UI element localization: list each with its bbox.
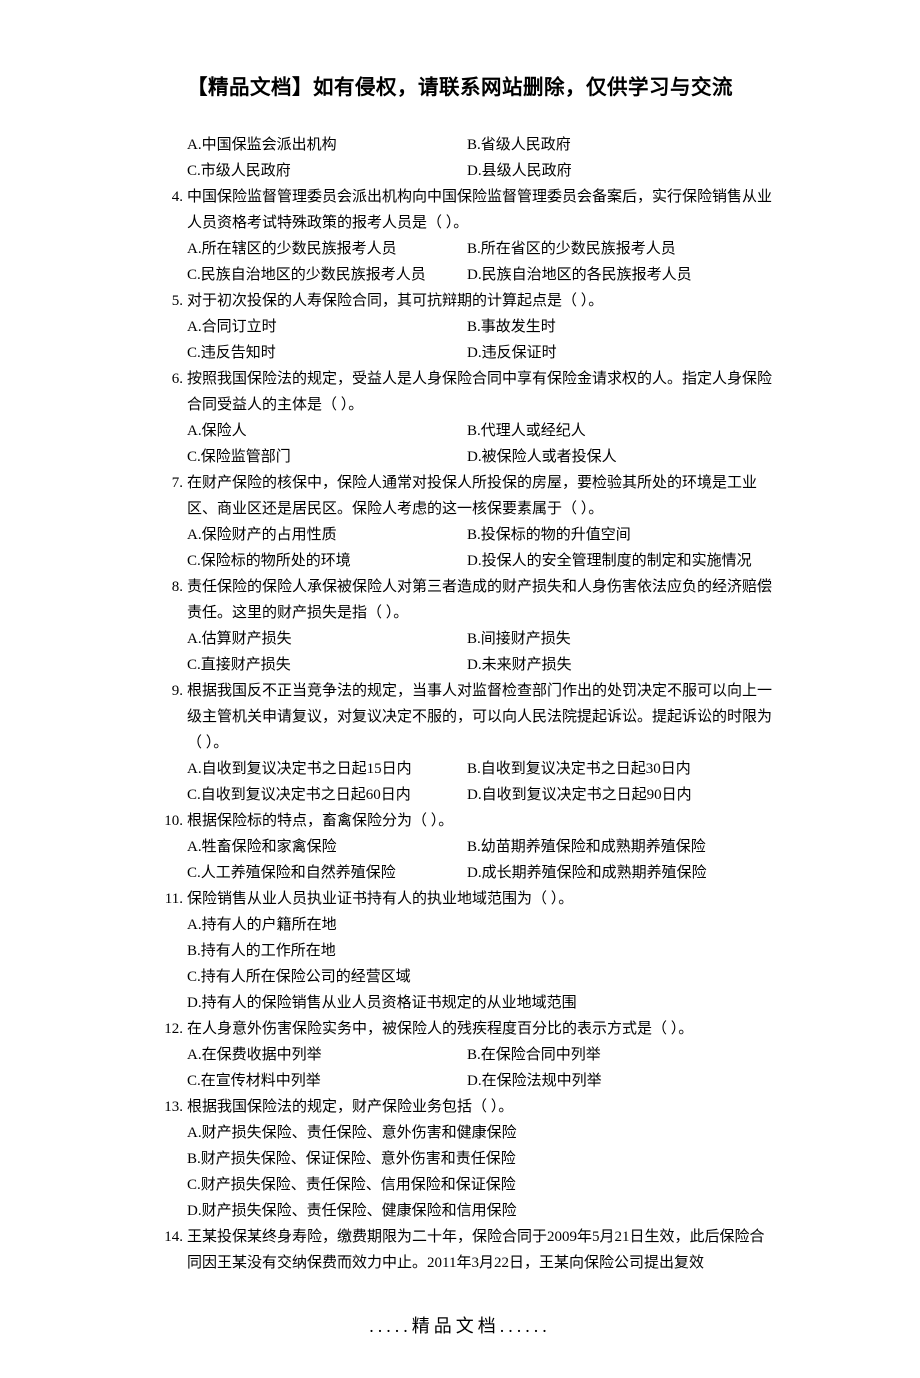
question-number: 8.: [145, 574, 187, 626]
q3-options-row1: A.中国保监会派出机构 B.省级人民政府: [187, 132, 775, 158]
option-d: D.自收到复议决定书之日起90日内: [467, 782, 775, 808]
q6-options-row2: C.保险监管部门 D.被保险人或者投保人: [187, 444, 775, 470]
q7-options-row2: C.保险标的物所处的环境 D.投保人的安全管理制度的制定和实施情况: [187, 548, 775, 574]
q9-options-row1: A.自收到复议决定书之日起15日内 B.自收到复议决定书之日起30日内: [187, 756, 775, 782]
option-a: A.所在辖区的少数民族报考人员: [187, 236, 467, 262]
q8-options-row2: C.直接财产损失 D.未来财产损失: [187, 652, 775, 678]
q11-option-c: C.持有人所在保险公司的经营区域: [187, 964, 775, 990]
question-text: 根据我国反不正当竞争法的规定，当事人对监督检查部门作出的处罚决定不服可以向上一级…: [187, 678, 775, 756]
option-b: B.幼苗期养殖保险和成熟期养殖保险: [467, 834, 775, 860]
option-a: A.保险财产的占用性质: [187, 522, 467, 548]
option-a: A.保险人: [187, 418, 467, 444]
q13-option-b: B.财产损失保险、保证保险、意外伤害和责任保险: [187, 1146, 775, 1172]
document-page: 【精品文档】如有侵权，请联系网站删除，仅供学习与交流 A.中国保监会派出机构 B…: [0, 0, 920, 1378]
option-c: C.人工养殖保险和自然养殖保险: [187, 860, 467, 886]
question-text: 按照我国保险法的规定，受益人是人身保险合同中享有保险金请求权的人。指定人身保险合…: [187, 366, 775, 418]
q12-options-row2: C.在宣传材料中列举 D.在保险法规中列举: [187, 1068, 775, 1094]
q11-option-a: A.持有人的户籍所在地: [187, 912, 775, 938]
question-number: 9.: [145, 678, 187, 756]
option-d: D.在保险法规中列举: [467, 1068, 775, 1094]
question-number: 11.: [145, 886, 187, 912]
question-5: 5. 对于初次投保的人寿保险合同，其可抗辩期的计算起点是（ ）。: [145, 288, 775, 314]
question-13: 13. 根据我国保险法的规定，财产保险业务包括（ ）。: [145, 1094, 775, 1120]
question-7: 7. 在财产保险的核保中，保险人通常对投保人所投保的房屋，要检验其所处的环境是工…: [145, 470, 775, 522]
option-c: C.自收到复议决定书之日起60日内: [187, 782, 467, 808]
option-a: A.在保费收据中列举: [187, 1042, 467, 1068]
option-a: A.自收到复议决定书之日起15日内: [187, 756, 467, 782]
option-a: A.估算财产损失: [187, 626, 467, 652]
q12-options-row1: A.在保费收据中列举 B.在保险合同中列举: [187, 1042, 775, 1068]
question-11: 11. 保险销售从业人员执业证书持有人的执业地域范围为（ ）。: [145, 886, 775, 912]
option-b: B.事故发生时: [467, 314, 775, 340]
option-c: C.保险标的物所处的环境: [187, 548, 467, 574]
q13-option-d: D.财产损失保险、责任保险、健康保险和信用保险: [187, 1198, 775, 1224]
question-6: 6. 按照我国保险法的规定，受益人是人身保险合同中享有保险金请求权的人。指定人身…: [145, 366, 775, 418]
question-number: 14.: [145, 1224, 187, 1276]
option-b: B.自收到复议决定书之日起30日内: [467, 756, 775, 782]
option-c: C.民族自治地区的少数民族报考人员: [187, 262, 467, 288]
option-b: B.间接财产损失: [467, 626, 775, 652]
q13-option-c: C.财产损失保险、责任保险、信用保险和保证保险: [187, 1172, 775, 1198]
question-number: 12.: [145, 1016, 187, 1042]
q13-option-a: A.财产损失保险、责任保险、意外伤害和健康保险: [187, 1120, 775, 1146]
question-text: 保险销售从业人员执业证书持有人的执业地域范围为（ ）。: [187, 886, 775, 912]
question-text: 根据我国保险法的规定，财产保险业务包括（ ）。: [187, 1094, 775, 1120]
question-number: 7.: [145, 470, 187, 522]
option-d: D.投保人的安全管理制度的制定和实施情况: [467, 548, 775, 574]
q9-options-row2: C.自收到复议决定书之日起60日内 D.自收到复议决定书之日起90日内: [187, 782, 775, 808]
q6-options-row1: A.保险人 B.代理人或经纪人: [187, 418, 775, 444]
page-header: 【精品文档】如有侵权，请联系网站删除，仅供学习与交流: [145, 70, 775, 100]
q10-options-row1: A.牲畜保险和家禽保险 B.幼苗期养殖保险和成熟期养殖保险: [187, 834, 775, 860]
question-number: 4.: [145, 184, 187, 236]
page-footer: .....精品文档......: [145, 1312, 775, 1338]
q4-options-row2: C.民族自治地区的少数民族报考人员 D.民族自治地区的各民族报考人员: [187, 262, 775, 288]
q3-options-row2: C.市级人民政府 D.县级人民政府: [187, 158, 775, 184]
option-b: B.代理人或经纪人: [467, 418, 775, 444]
q10-options-row2: C.人工养殖保险和自然养殖保险 D.成长期养殖保险和成熟期养殖保险: [187, 860, 775, 886]
q4-options-row1: A.所在辖区的少数民族报考人员 B.所在省区的少数民族报考人员: [187, 236, 775, 262]
option-a: A.合同订立时: [187, 314, 467, 340]
question-9: 9. 根据我国反不正当竞争法的规定，当事人对监督检查部门作出的处罚决定不服可以向…: [145, 678, 775, 756]
option-c: C.市级人民政府: [187, 158, 467, 184]
option-d: D.成长期养殖保险和成熟期养殖保险: [467, 860, 775, 886]
q5-options-row2: C.违反告知时 D.违反保证时: [187, 340, 775, 366]
question-8: 8. 责任保险的保险人承保被保险人对第三者造成的财产损失和人身伤害依法应负的经济…: [145, 574, 775, 626]
option-d: D.县级人民政府: [467, 158, 775, 184]
question-number: 5.: [145, 288, 187, 314]
option-c: C.在宣传材料中列举: [187, 1068, 467, 1094]
question-text: 在财产保险的核保中，保险人通常对投保人所投保的房屋，要检验其所处的环境是工业区、…: [187, 470, 775, 522]
option-c: C.违反告知时: [187, 340, 467, 366]
question-number: 6.: [145, 366, 187, 418]
option-a: A.中国保监会派出机构: [187, 132, 467, 158]
q8-options-row1: A.估算财产损失 B.间接财产损失: [187, 626, 775, 652]
option-c: C.保险监管部门: [187, 444, 467, 470]
question-number: 13.: [145, 1094, 187, 1120]
option-b: B.所在省区的少数民族报考人员: [467, 236, 775, 262]
q5-options-row1: A.合同订立时 B.事故发生时: [187, 314, 775, 340]
option-b: B.在保险合同中列举: [467, 1042, 775, 1068]
option-b: B.投保标的物的升值空间: [467, 522, 775, 548]
q11-option-b: B.持有人的工作所在地: [187, 938, 775, 964]
option-a: A.牲畜保险和家禽保险: [187, 834, 467, 860]
question-text: 在人身意外伤害保险实务中，被保险人的残疾程度百分比的表示方式是（ ）。: [187, 1016, 775, 1042]
option-c: C.直接财产损失: [187, 652, 467, 678]
question-text: 责任保险的保险人承保被保险人对第三者造成的财产损失和人身伤害依法应负的经济赔偿责…: [187, 574, 775, 626]
option-d: D.被保险人或者投保人: [467, 444, 775, 470]
question-text: 根据保险标的特点，畜禽保险分为（ ）。: [187, 808, 775, 834]
question-4: 4. 中国保险监督管理委员会派出机构向中国保险监督管理委员会备案后，实行保险销售…: [145, 184, 775, 236]
q7-options-row1: A.保险财产的占用性质 B.投保标的物的升值空间: [187, 522, 775, 548]
option-d: D.民族自治地区的各民族报考人员: [467, 262, 775, 288]
question-14: 14. 王某投保某终身寿险，缴费期限为二十年，保险合同于2009年5月21日生效…: [145, 1224, 775, 1276]
option-d: D.未来财产损失: [467, 652, 775, 678]
question-12: 12. 在人身意外伤害保险实务中，被保险人的残疾程度百分比的表示方式是（ ）。: [145, 1016, 775, 1042]
question-text: 中国保险监督管理委员会派出机构向中国保险监督管理委员会备案后，实行保险销售从业人…: [187, 184, 775, 236]
q11-option-d: D.持有人的保险销售从业人员资格证书规定的从业地域范围: [187, 990, 775, 1016]
question-text: 对于初次投保的人寿保险合同，其可抗辩期的计算起点是（ ）。: [187, 288, 775, 314]
option-b: B.省级人民政府: [467, 132, 775, 158]
question-10: 10. 根据保险标的特点，畜禽保险分为（ ）。: [145, 808, 775, 834]
option-d: D.违反保证时: [467, 340, 775, 366]
question-text: 王某投保某终身寿险，缴费期限为二十年，保险合同于2009年5月21日生效，此后保…: [187, 1224, 775, 1276]
question-number: 10.: [145, 808, 187, 834]
